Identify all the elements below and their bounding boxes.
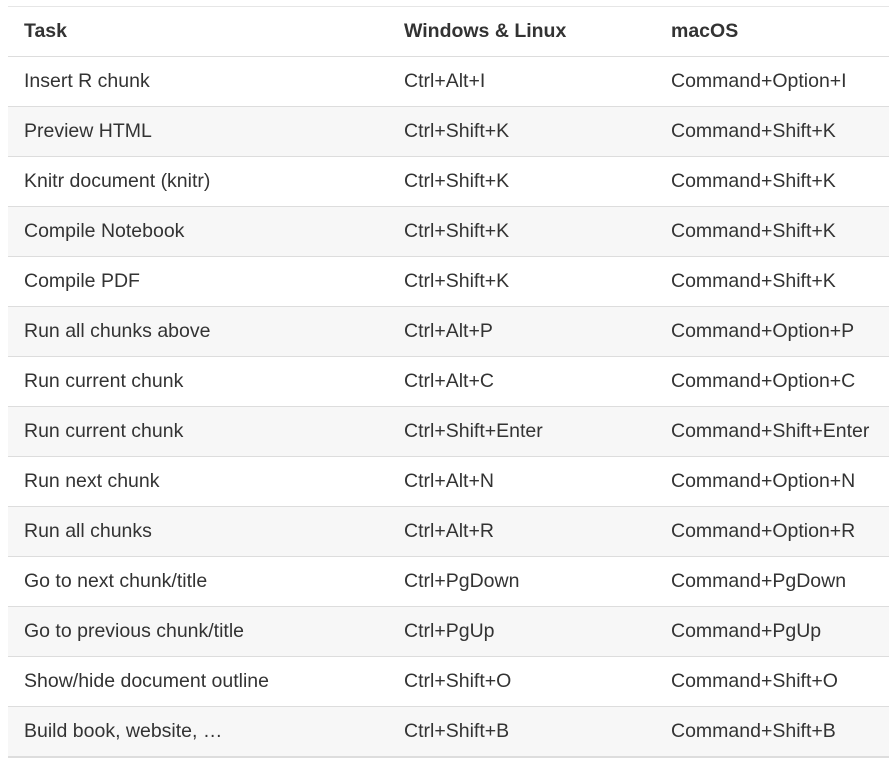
header-task: Task <box>8 6 388 57</box>
windows-linux-shortcut-cell: Ctrl+Alt+C <box>388 356 654 407</box>
macos-shortcut-cell: Command+Option+R <box>654 506 889 557</box>
task-cell: Preview HTML <box>8 106 388 157</box>
table-row: Build book, website, … Ctrl+Shift+B Comm… <box>8 706 889 758</box>
task-cell: Compile PDF <box>8 256 388 307</box>
windows-linux-shortcut-cell: Ctrl+Shift+Enter <box>388 406 654 457</box>
macos-shortcut-cell: Command+Option+I <box>654 56 889 107</box>
header-windows-linux: Windows & Linux <box>388 6 654 57</box>
windows-linux-shortcut-cell: Ctrl+Shift+K <box>388 206 654 257</box>
task-cell: Run all chunks <box>8 506 388 557</box>
windows-linux-shortcut-cell: Ctrl+PgUp <box>388 606 654 657</box>
header-row: Task Windows & Linux macOS <box>8 6 889 57</box>
table-row: Go to next chunk/title Ctrl+PgDown Comma… <box>8 556 889 607</box>
macos-shortcut-cell: Command+Shift+K <box>654 156 889 207</box>
table-row: Compile Notebook Ctrl+Shift+K Command+Sh… <box>8 206 889 257</box>
task-cell: Show/hide document outline <box>8 656 388 707</box>
macos-shortcut-cell: Command+PgDown <box>654 556 889 607</box>
table-row: Run all chunks Ctrl+Alt+R Command+Option… <box>8 506 889 557</box>
macos-shortcut-cell: Command+Option+C <box>654 356 889 407</box>
keyboard-shortcuts-table: Task Windows & Linux macOS Insert R chun… <box>8 6 889 758</box>
macos-shortcut-cell: Command+Shift+K <box>654 206 889 257</box>
shortcuts-table-container: Task Windows & Linux macOS Insert R chun… <box>8 6 889 758</box>
table-row: Run current chunk Ctrl+Alt+C Command+Opt… <box>8 356 889 407</box>
task-cell: Insert R chunk <box>8 56 388 107</box>
task-cell: Knitr document (knitr) <box>8 156 388 207</box>
windows-linux-shortcut-cell: Ctrl+Shift+K <box>388 106 654 157</box>
table-row: Go to previous chunk/title Ctrl+PgUp Com… <box>8 606 889 657</box>
macos-shortcut-cell: Command+Shift+B <box>654 706 889 758</box>
windows-linux-shortcut-cell: Ctrl+Alt+I <box>388 56 654 107</box>
table-row: Run current chunk Ctrl+Shift+Enter Comma… <box>8 406 889 457</box>
task-cell: Go to next chunk/title <box>8 556 388 607</box>
macos-shortcut-cell: Command+PgUp <box>654 606 889 657</box>
macos-shortcut-cell: Command+Shift+K <box>654 256 889 307</box>
macos-shortcut-cell: Command+Option+N <box>654 456 889 507</box>
table-row: Insert R chunk Ctrl+Alt+I Command+Option… <box>8 56 889 107</box>
header-macos: macOS <box>654 6 889 57</box>
task-cell: Run all chunks above <box>8 306 388 357</box>
windows-linux-shortcut-cell: Ctrl+Shift+K <box>388 156 654 207</box>
windows-linux-shortcut-cell: Ctrl+Alt+P <box>388 306 654 357</box>
task-cell: Run current chunk <box>8 356 388 407</box>
macos-shortcut-cell: Command+Option+P <box>654 306 889 357</box>
table-row: Preview HTML Ctrl+Shift+K Command+Shift+… <box>8 106 889 157</box>
task-cell: Run current chunk <box>8 406 388 457</box>
windows-linux-shortcut-cell: Ctrl+Shift+K <box>388 256 654 307</box>
macos-shortcut-cell: Command+Shift+K <box>654 106 889 157</box>
task-cell: Run next chunk <box>8 456 388 507</box>
table-header: Task Windows & Linux macOS <box>8 6 889 57</box>
table-row: Compile PDF Ctrl+Shift+K Command+Shift+K <box>8 256 889 307</box>
macos-shortcut-cell: Command+Shift+O <box>654 656 889 707</box>
table-row: Show/hide document outline Ctrl+Shift+O … <box>8 656 889 707</box>
task-cell: Compile Notebook <box>8 206 388 257</box>
table-row: Run next chunk Ctrl+Alt+N Command+Option… <box>8 456 889 507</box>
task-cell: Build book, website, … <box>8 706 388 758</box>
windows-linux-shortcut-cell: Ctrl+Alt+N <box>388 456 654 507</box>
windows-linux-shortcut-cell: Ctrl+Shift+O <box>388 656 654 707</box>
macos-shortcut-cell: Command+Shift+Enter <box>654 406 889 457</box>
windows-linux-shortcut-cell: Ctrl+Alt+R <box>388 506 654 557</box>
table-row: Knitr document (knitr) Ctrl+Shift+K Comm… <box>8 156 889 207</box>
windows-linux-shortcut-cell: Ctrl+Shift+B <box>388 706 654 758</box>
table-body: Insert R chunk Ctrl+Alt+I Command+Option… <box>8 56 889 758</box>
windows-linux-shortcut-cell: Ctrl+PgDown <box>388 556 654 607</box>
table-row: Run all chunks above Ctrl+Alt+P Command+… <box>8 306 889 357</box>
task-cell: Go to previous chunk/title <box>8 606 388 657</box>
